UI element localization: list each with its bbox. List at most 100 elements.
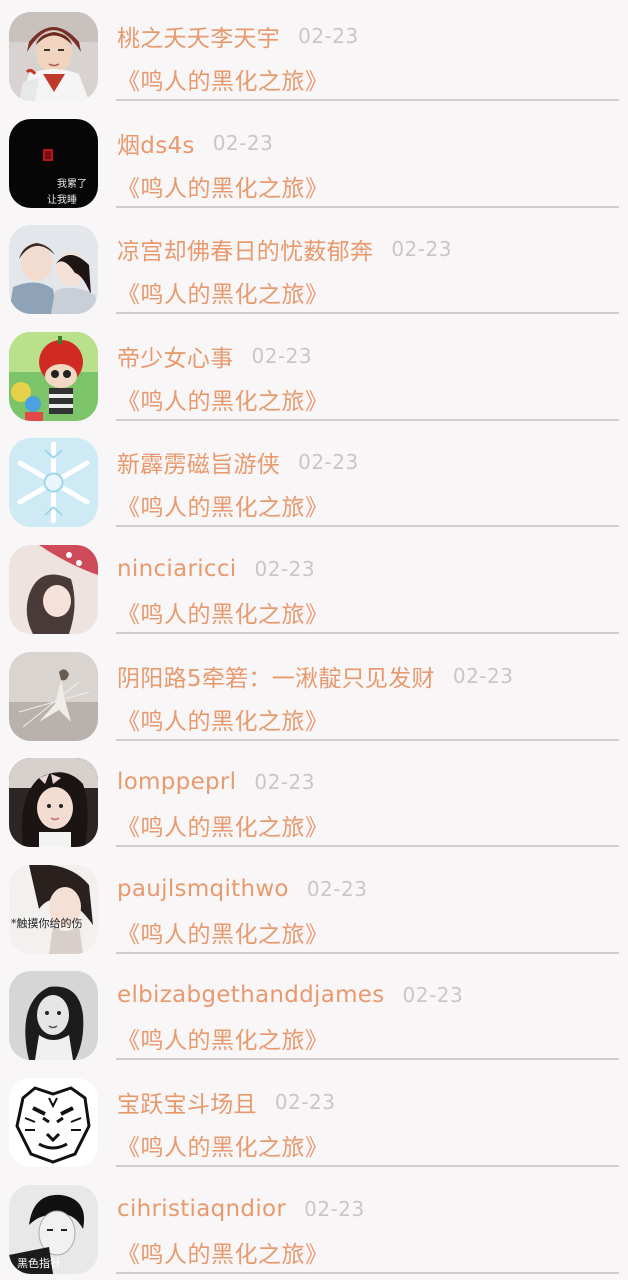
divider	[116, 1271, 619, 1274]
list-item[interactable]: 黑色指针 cihristiaqndior 02-23 《鸣人的黑化之旅》	[0, 1173, 628, 1280]
post-date: 02-23	[304, 1196, 365, 1221]
post-date: 02-23	[254, 557, 316, 581]
list-item[interactable]: elbizabgethanddjames 02-23 《鸣人的黑化之旅》	[0, 959, 628, 1066]
book-title[interactable]: 《鸣人的黑化之旅》	[117, 915, 329, 949]
girl-caption-icon: *触摸你给的伤	[9, 864, 98, 954]
user-name[interactable]: 烟ds4s	[117, 126, 195, 160]
list-item[interactable]: lomppeprl 02-23 《鸣人的黑化之旅》	[0, 746, 628, 853]
list-item[interactable]: 阴阳路5牵箬：一湫靛只见发财 02-23 《鸣人的黑化之旅》	[0, 640, 628, 747]
user-name[interactable]: elbizabgethanddjames	[117, 982, 385, 1008]
girl-caption-avatar[interactable]: *触摸你给的伤	[9, 864, 98, 954]
name-line: 凉宫却佛春日的忧薮郁奔 02-23	[117, 233, 452, 265]
book-title[interactable]: 《鸣人的黑化之旅》	[117, 1128, 329, 1162]
toy-doll-avatar[interactable]	[9, 331, 98, 421]
user-name[interactable]: 新霹雳磁旨游侠	[117, 445, 280, 479]
book-title[interactable]: 《鸣人的黑化之旅》	[117, 275, 329, 309]
book-title[interactable]: 《鸣人的黑化之旅》	[117, 808, 329, 842]
user-name[interactable]: 阴阳路5牵箬：一湫靛只见发财	[117, 659, 435, 693]
divider	[116, 205, 619, 208]
tiger-icon	[9, 1078, 98, 1167]
tiger-avatar[interactable]	[9, 1078, 98, 1167]
post-date: 02-23	[452, 663, 514, 688]
bw-boy-avatar[interactable]: 黑色指针	[9, 1184, 98, 1274]
post-date: 02-23	[298, 450, 359, 475]
user-name[interactable]: cihristiaqndior	[117, 1196, 286, 1222]
name-line: ninciaricci 02-23	[117, 553, 315, 585]
divider	[116, 99, 619, 101]
name-line: 阴阳路5牵箬：一湫靛只见发财 02-23	[117, 660, 513, 692]
post-date: 02-23	[274, 1090, 336, 1114]
user-name[interactable]: 帝少女心事	[117, 339, 234, 373]
divider	[116, 845, 619, 848]
toy-doll-icon	[9, 331, 98, 421]
couple-photo-icon	[9, 225, 98, 315]
book-title[interactable]: 《鸣人的黑化之旅》	[117, 382, 329, 416]
book-title[interactable]: 《鸣人的黑化之旅》	[117, 1021, 329, 1055]
message-list: 桃之夭夭李天宇 02-23 《鸣人的黑化之旅》 我累了 让我睡 烟ds4s 02…	[0, 0, 628, 1280]
user-name[interactable]: paujlsmqithwo	[117, 876, 289, 902]
name-line: 烟ds4s 02-23	[117, 127, 273, 159]
post-date: 02-23	[212, 130, 274, 155]
avatar-caption-1: 我累了	[57, 178, 87, 190]
book-title[interactable]: 《鸣人的黑化之旅》	[117, 595, 329, 629]
list-item[interactable]: *触摸你给的伤 paujlsmqithwo 02-23 《鸣人的黑化之旅》	[0, 853, 628, 960]
list-item[interactable]: 宝跃宝斗场且 02-23 《鸣人的黑化之旅》	[0, 1066, 628, 1173]
book-title[interactable]: 《鸣人的黑化之旅》	[117, 62, 329, 96]
list-item[interactable]: 新霹雳磁旨游侠 02-23 《鸣人的黑化之旅》	[0, 426, 628, 533]
post-date: 02-23	[254, 770, 315, 795]
divider	[116, 418, 619, 421]
post-date: 02-23	[298, 24, 359, 48]
book-title[interactable]: 《鸣人的黑化之旅》	[117, 1235, 329, 1269]
book-title[interactable]: 《鸣人的黑化之旅》	[117, 169, 329, 203]
divider	[116, 525, 619, 528]
girl-bow-icon	[9, 758, 98, 848]
list-item[interactable]: 凉宫却佛春日的忧薮郁奔 02-23 《鸣人的黑化之旅》	[0, 213, 628, 320]
name-line: cihristiaqndior 02-23	[117, 1193, 365, 1225]
list-item[interactable]: 帝少女心事 02-23 《鸣人的黑化之旅》	[0, 320, 628, 427]
post-date: 02-23	[391, 237, 452, 262]
bw-girl-avatar[interactable]	[9, 971, 98, 1061]
girl-bow-avatar[interactable]	[9, 758, 98, 848]
dancer-photo-icon	[9, 651, 98, 741]
post-date: 02-23	[402, 983, 464, 1008]
avatar-caption-2: 让我睡	[47, 193, 77, 206]
girl-photo-avatar[interactable]	[9, 545, 98, 634]
name-line: 宝跃宝斗场且 02-23	[117, 1086, 335, 1118]
post-date: 02-23	[251, 343, 313, 368]
name-line: 桃之夭夭李天宇 02-23	[117, 20, 359, 52]
avatar-caption: *触摸你给的伤	[11, 916, 83, 930]
anime-character-icon	[9, 12, 98, 101]
book-title[interactable]: 《鸣人的黑化之旅》	[117, 702, 329, 736]
name-line: lomppeprl 02-23	[117, 766, 315, 798]
user-name[interactable]: 宝跃宝斗场且	[117, 1085, 257, 1119]
list-item[interactable]: 桃之夭夭李天宇 02-23 《鸣人的黑化之旅》	[0, 0, 628, 107]
list-item[interactable]: ninciaricci 02-23 《鸣人的黑化之旅》	[0, 533, 628, 640]
book-title[interactable]: 《鸣人的黑化之旅》	[117, 488, 329, 522]
snowflake-icon	[9, 438, 98, 528]
name-line: 新霹雳磁旨游侠 02-23	[117, 446, 359, 478]
user-name[interactable]: 桃之夭夭李天宇	[117, 19, 280, 53]
list-item[interactable]: 我累了 让我睡 烟ds4s 02-23 《鸣人的黑化之旅》	[0, 107, 628, 214]
girl-photo-icon	[9, 545, 98, 634]
bw-boy-icon: 黑色指针	[9, 1184, 98, 1274]
divider	[116, 312, 619, 315]
name-line: elbizabgethanddjames 02-23	[117, 979, 463, 1011]
divider	[116, 738, 619, 741]
avatar-caption: 黑色指针	[17, 1256, 61, 1270]
divider	[116, 632, 619, 634]
divider	[116, 951, 619, 954]
divider	[116, 1058, 619, 1061]
user-name[interactable]: 凉宫却佛春日的忧薮郁奔	[117, 232, 373, 266]
snowflake-avatar[interactable]	[9, 438, 98, 528]
dark-text-avatar[interactable]: 我累了 让我睡	[9, 118, 98, 208]
user-name[interactable]: ninciaricci	[117, 556, 237, 582]
post-date: 02-23	[306, 876, 368, 901]
anime-character-avatar[interactable]	[9, 12, 98, 101]
bw-girl-icon	[9, 971, 98, 1061]
couple-photo-avatar[interactable]	[9, 225, 98, 315]
dancer-photo-avatar[interactable]	[9, 651, 98, 741]
user-name[interactable]: lomppeprl	[117, 769, 236, 795]
name-line: paujlsmqithwo 02-23	[117, 873, 367, 905]
divider	[116, 1165, 619, 1167]
dark-text-icon: 我累了 让我睡	[9, 118, 98, 208]
